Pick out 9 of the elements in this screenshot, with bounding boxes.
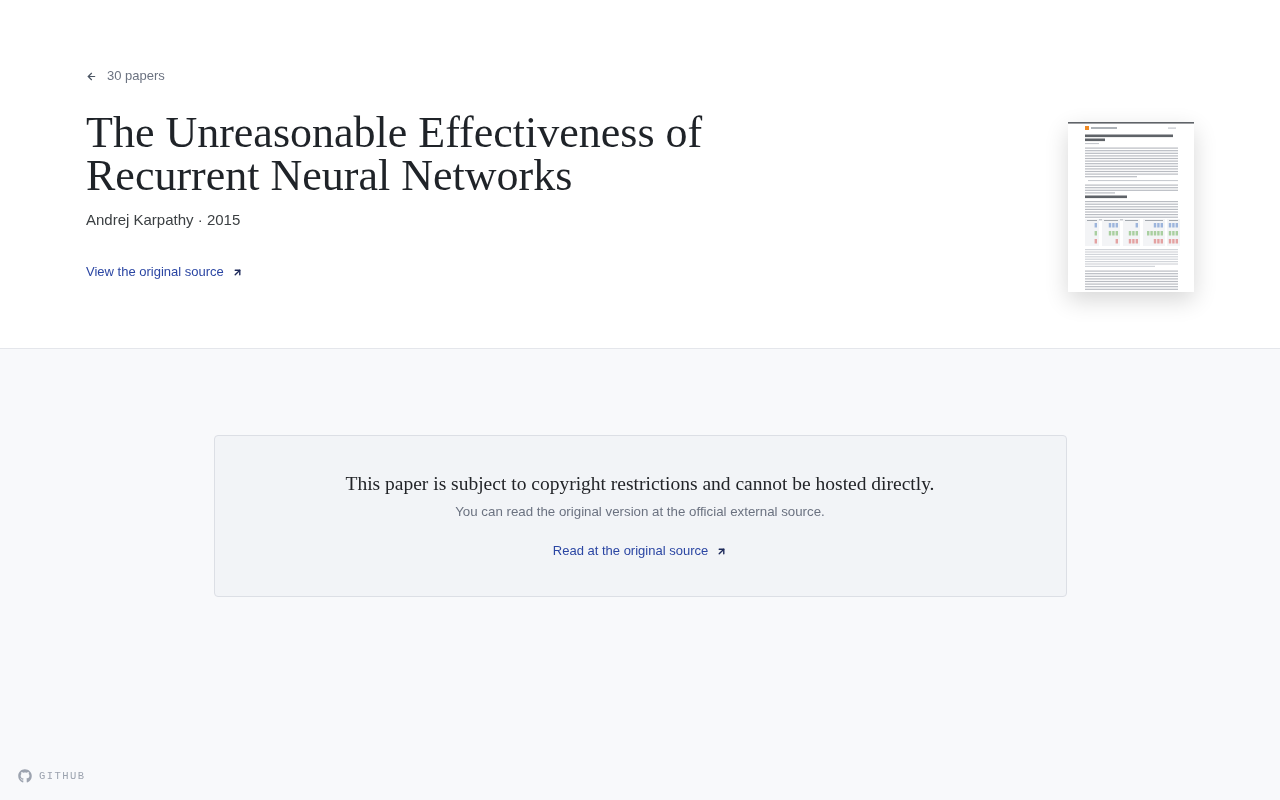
source-link[interactable]: View the original source xyxy=(86,262,243,282)
author-year: Andrej Karpathy · 2015 xyxy=(86,210,241,230)
notice-heading: This paper is subject to copyright restrictions and cannot be hosted directly. xyxy=(345,472,935,496)
original-source-link[interactable]: Read at the original source xyxy=(552,541,728,561)
back-link[interactable]: 30 papers xyxy=(86,66,165,86)
notice-text: You can read the original version at the official external source. xyxy=(455,503,825,521)
paper-title: The Unreasonable Effectiveness of Recurrent Neural Networks xyxy=(86,111,704,197)
arrow-left-icon xyxy=(86,70,97,82)
github-icon xyxy=(18,769,32,783)
